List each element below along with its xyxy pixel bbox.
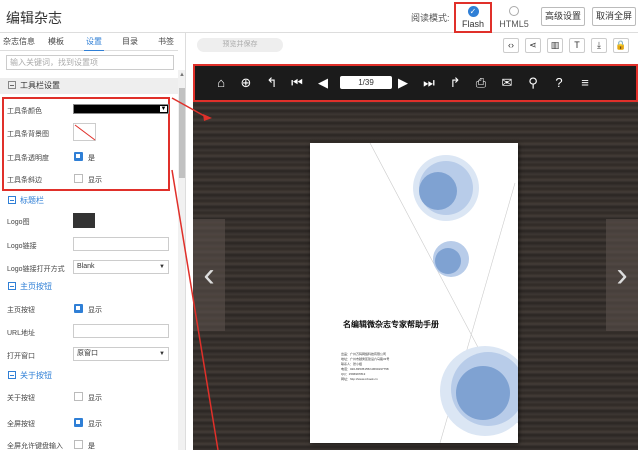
document-title: 名编辑微杂志专家帮助手册	[343, 319, 439, 329]
home-url-input[interactable]	[73, 324, 169, 338]
home-button-checkbox[interactable]	[74, 304, 83, 313]
flipbook-toolbar: ⌂ ⊕ ↰ ⏮ ◀ 1/39 ▶ ⏭ ↱ ⎙ ✉ ⚲ ? ≡	[193, 64, 638, 102]
top-bar: 编辑杂志 阅读模式: ✓ Flash HTML5 高级设置 取消全屏	[0, 0, 638, 33]
section-title-bar[interactable]: 标题栏	[0, 193, 178, 209]
checkbox-label: 是	[88, 443, 95, 450]
section-about-button[interactable]: 关于按钮	[0, 368, 178, 384]
toolbar-bg-label: 工具条背景图	[7, 131, 49, 138]
cover-graphic	[369, 143, 518, 443]
first-page-icon[interactable]: ⏮	[289, 75, 305, 91]
logo-open-label: Logo链接打开方式	[7, 266, 65, 273]
chevron-down-icon: ▼	[159, 351, 165, 357]
toolbar-color-picker[interactable]: ▼	[73, 104, 169, 114]
share-icon[interactable]: ⋖	[525, 38, 541, 53]
text-icon[interactable]: T	[569, 38, 585, 53]
about-button-label: 关于按钮	[7, 395, 35, 402]
next-page-arrow[interactable]: ›	[606, 219, 638, 331]
collapse-icon	[8, 371, 16, 379]
layout-icon[interactable]: ▥	[547, 38, 563, 53]
flash-label: Flash	[461, 19, 484, 29]
chevron-down-icon: ▼	[159, 264, 165, 270]
section-home-button[interactable]: 主页按钮	[0, 279, 178, 295]
home-icon[interactable]: ⌂	[213, 75, 229, 91]
toolbar-bg-picker[interactable]	[73, 123, 96, 141]
help-icon[interactable]: ?	[551, 75, 567, 91]
radio-unchecked-icon	[509, 6, 519, 16]
preview-header: 预览并保存 ‹› ⋖ ▥ T ⤓ 🔒	[186, 33, 638, 58]
settings-tabs: 杂志信息 模板 设置 目录 书签	[0, 33, 178, 51]
checkbox-label: 是	[88, 155, 95, 162]
book-preview: ⌂ ⊕ ↰ ⏮ ◀ 1/39 ▶ ⏭ ↱ ⎙ ✉ ⚲ ? ≡ ‹ › 名编辑微杂…	[193, 64, 638, 450]
previous-page-arrow[interactable]: ‹	[193, 219, 225, 331]
lock-icon[interactable]: 🔒	[613, 38, 629, 53]
scroll-up-icon[interactable]: ▲	[179, 72, 185, 78]
forward-icon[interactable]: ↱	[447, 75, 463, 91]
book-cover-page[interactable]: 名编辑微杂志专家帮助手册 出品：广州万码网络科技有限公司 地址：广州市越秀区建设…	[310, 143, 518, 443]
tab-settings[interactable]: 设置	[84, 33, 104, 51]
open-window-label: 打开窗口	[7, 353, 35, 360]
dropdown-arrow-icon: ▼	[160, 106, 167, 112]
read-mode-html5-option[interactable]: HTML5	[498, 4, 530, 29]
scroll-thumb[interactable]	[179, 88, 185, 178]
toolbar-transparency-label: 工具条透明度	[7, 155, 49, 162]
last-page-icon[interactable]: ⏭	[421, 75, 437, 91]
checkbox-label: 显示	[88, 421, 102, 428]
html5-label: HTML5	[499, 19, 529, 29]
collapse-icon	[8, 81, 16, 89]
code-icon[interactable]: ‹›	[503, 38, 519, 53]
checkbox-label: 显示	[88, 395, 102, 402]
fullscreen-keyboard-checkbox[interactable]	[74, 440, 83, 449]
next-page-icon[interactable]: ▶	[395, 75, 411, 91]
open-window-select[interactable]: 原窗口 ▼	[73, 347, 169, 361]
home-button-label: 主页按钮	[7, 307, 35, 314]
collapse-icon	[8, 282, 16, 290]
search-icon[interactable]: ⚲	[525, 75, 541, 91]
no-image-icon	[74, 124, 96, 141]
advanced-settings-button[interactable]: 高级设置	[541, 7, 585, 26]
back-icon[interactable]: ↰	[264, 75, 280, 91]
logo-link-input[interactable]	[73, 237, 169, 251]
checkbox-label: 显示	[88, 177, 102, 184]
page-title: 编辑杂志	[6, 10, 62, 26]
fullscreen-button-checkbox[interactable]	[74, 418, 83, 427]
tab-bookmarks[interactable]: 书签	[158, 36, 174, 47]
logo-image-picker[interactable]	[73, 213, 95, 228]
section-toolbar-settings[interactable]: 工具栏设置	[0, 78, 178, 94]
logo-label: Logo图	[7, 219, 30, 226]
save-preview-button[interactable]: 预览并保存	[197, 38, 283, 52]
toolbar-border-label: 工具条斜边	[7, 177, 42, 184]
about-button-checkbox[interactable]	[74, 392, 83, 401]
zoom-in-icon[interactable]: ⊕	[238, 75, 254, 91]
radio-checked-icon: ✓	[467, 6, 479, 17]
tab-template[interactable]: 模板	[48, 36, 64, 47]
page-number-input[interactable]: 1/39	[340, 76, 392, 89]
toolbar-border-checkbox[interactable]	[74, 174, 83, 183]
url-label: URL地址	[7, 330, 36, 337]
tab-toc[interactable]: 目录	[122, 36, 138, 47]
fullscreen-button-label: 全屏按钮	[7, 421, 35, 428]
tab-magazine-info[interactable]: 杂志信息	[3, 36, 35, 47]
settings-scrollbar[interactable]: ▲	[178, 70, 185, 450]
previous-page-icon[interactable]: ◀	[315, 75, 331, 91]
print-icon[interactable]: ⎙	[473, 75, 489, 91]
read-mode-label: 阅读模式:	[411, 13, 450, 23]
settings-panel: 杂志信息 模板 设置 目录 书签 输入关键词，找到设置项 工具栏设置 工具条颜色…	[0, 33, 186, 450]
logo-link-label: Logo链接	[7, 243, 37, 250]
checkbox-label: 显示	[88, 307, 102, 314]
document-info: 出品：广州万码网络科技有限公司 地址：广州市越秀区建设六马路33号 联系人：张小…	[341, 352, 390, 381]
settings-search-input[interactable]: 输入关键词，找到设置项	[6, 55, 174, 70]
download-icon[interactable]: ⤓	[591, 38, 607, 53]
cancel-fullscreen-button[interactable]: 取消全屏	[592, 7, 636, 26]
collapse-icon	[8, 196, 16, 204]
toolbar-transparency-checkbox[interactable]	[74, 152, 83, 161]
toolbar-color-label: 工具条颜色	[7, 108, 42, 115]
read-mode-flash-option[interactable]: ✓ Flash	[454, 2, 492, 33]
logo-open-select[interactable]: Blank ▼	[73, 260, 169, 274]
fullscreen-keyboard-label: 全屏允许键盘输入	[7, 443, 63, 450]
email-icon[interactable]: ✉	[499, 75, 515, 91]
menu-icon[interactable]: ≡	[577, 75, 593, 91]
